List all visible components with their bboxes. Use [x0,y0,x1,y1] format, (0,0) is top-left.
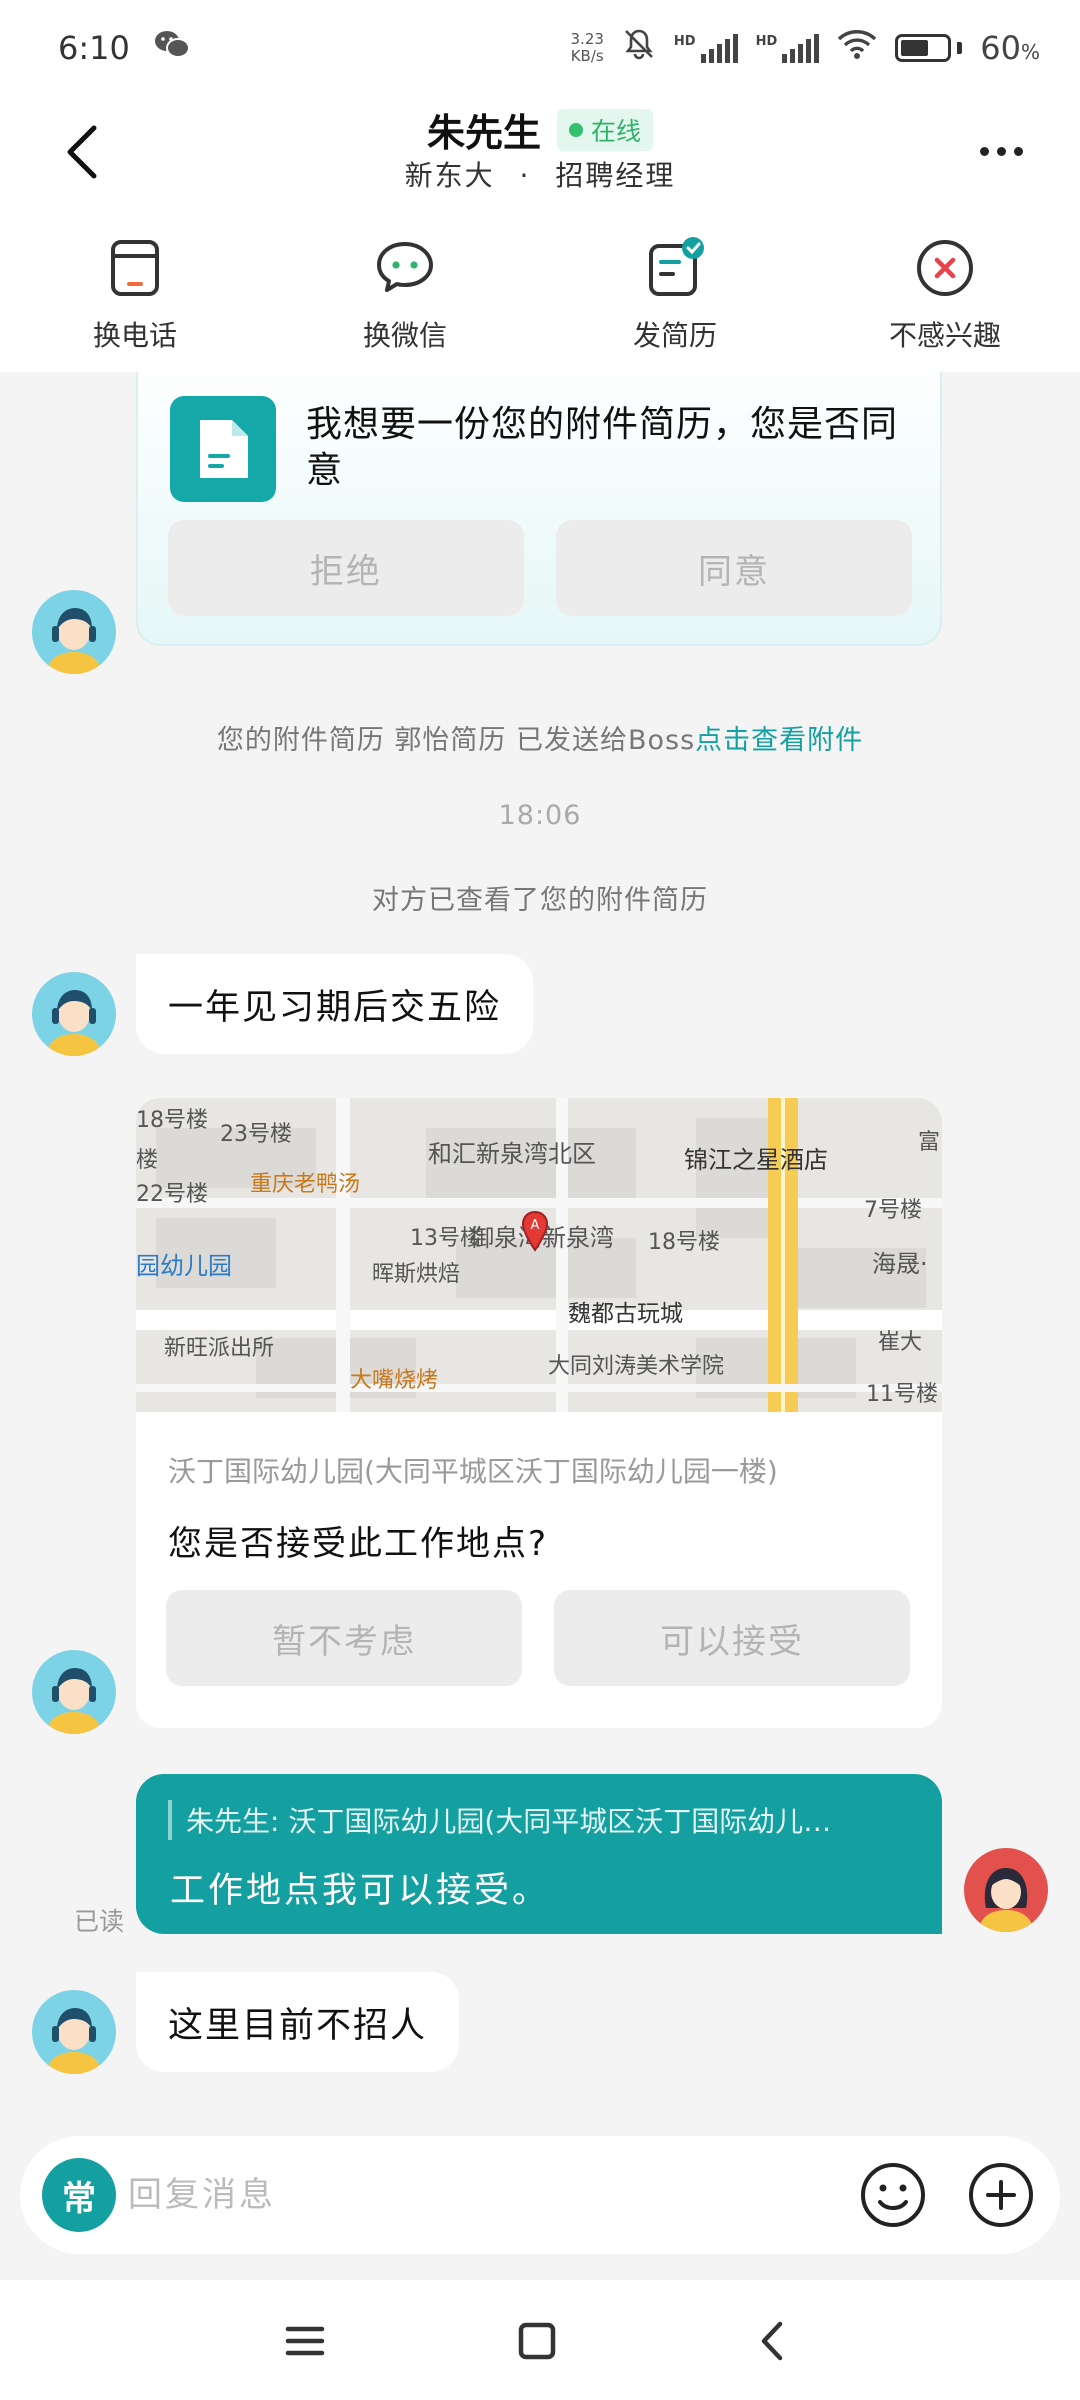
map-label: 大同刘涛美术学院 [548,1354,725,1379]
map-label: 楼 [136,1148,159,1173]
message-timestamp: 18:06 [498,800,582,831]
location-pin-icon: A [521,1210,549,1252]
resume-request-card: 我想要一份您的附件简历，您是否同意 拒绝 同意 [136,372,942,646]
map-label: 23号楼 [220,1122,292,1147]
phone-swap-icon [103,236,167,300]
recruiter-avatar-icon [32,972,116,1056]
battery-icon [895,34,963,62]
plus-icon [969,2163,1033,2227]
reject-button[interactable]: 拒绝 [168,520,524,616]
map-label: 18号楼 [648,1230,720,1255]
quoted-message: 朱先生: 沃丁国际幼儿园(大同平城区沃丁国际幼儿… [168,1800,912,1840]
signal-1-icon: HD [674,33,738,63]
send-resume-button[interactable]: 发简历 [540,214,810,372]
wechat-notification-icon [154,29,190,67]
location-map[interactable]: 18号楼 23号楼 楼 和汇新泉湾北区 锦江之星酒店 富 22号楼 重庆老鸭汤 … [136,1098,942,1412]
recruiter-avatar-icon [32,590,116,674]
swap-wechat-button[interactable]: 换微信 [270,214,540,372]
swap-phone-button[interactable]: 换电话 [0,214,270,372]
location-question: 您是否接受此工作地点? [168,1524,549,1564]
home-nav-button[interactable] [512,2316,562,2366]
map-label: 园幼儿园 [136,1252,232,1280]
contact-name[interactable]: 朱先生 [427,102,541,157]
map-label: 海晟· [872,1250,928,1278]
map-label: 魏都古玩城 [568,1301,683,1327]
quick-phrases-button[interactable]: 常 [42,2158,116,2232]
smiley-icon [861,2163,925,2227]
read-receipt: 已读 [74,1907,125,1936]
map-label: 22号楼 [136,1182,208,1207]
input-container: 常 [20,2136,1060,2254]
menu-icon [285,2326,325,2356]
mute-bell-icon [622,27,656,69]
document-icon [170,396,276,502]
recruiter-avatar-icon [32,1990,116,2074]
resume-sent-notice: 您的附件简历 郭怡简历 已发送给Boss点击查看附件 [216,725,864,756]
map-label: 11号楼 [866,1382,938,1407]
not-interested-button[interactable]: 不感兴趣 [810,214,1080,372]
location-address: 沃丁国际幼儿园(大同平城区沃丁国际幼儿园一楼) [168,1455,778,1488]
received-message[interactable]: 这里目前不招人 [136,1972,460,2072]
map-label: 重庆老鸭汤 [250,1172,361,1197]
recruiter-avatar[interactable] [32,972,116,1056]
map-label: 新旺派出所 [164,1336,275,1361]
accept-location-button[interactable]: 可以接受 [554,1590,910,1686]
signal-2-icon: HD [756,33,820,63]
map-label: 18号楼 [136,1108,208,1133]
system-navigation-bar [0,2280,1080,2400]
online-dot-icon [569,122,583,137]
send-resume-icon [643,236,707,300]
location-card: 18号楼 23号楼 楼 和汇新泉湾北区 锦江之星酒店 富 22号楼 重庆老鸭汤 … [136,1098,942,1728]
received-message[interactable]: 一年见习期后交五险 [136,954,534,1054]
resume-viewed-notice: 对方已查看了您的附件简历 [372,885,708,916]
map-label: 富 [918,1130,941,1155]
message-input-bar: 常 [0,2110,1080,2280]
map-label: 晖斯烘焙 [372,1262,461,1287]
back-triangle-icon [761,2321,783,2361]
quick-actions-bar: 换电话 换微信 发简历 不感兴趣 [0,214,1080,372]
view-attachment-link[interactable]: 点击查看附件 [695,725,863,756]
chat-header: 朱先生 在线 新东大 · 招聘经理 [0,96,1080,214]
my-avatar-icon [964,1848,1048,1932]
svg-text:A: A [531,1218,540,1233]
message-input[interactable] [128,2160,828,2230]
map-label: 锦江之星酒店 [684,1146,828,1174]
online-status-badge: 在线 [557,108,654,151]
more-input-button[interactable] [964,2158,1038,2232]
emoji-button[interactable] [856,2158,930,2232]
map-label: 和汇新泉湾北区 [428,1140,596,1168]
my-avatar[interactable] [964,1848,1048,1932]
resume-request-text: 我想要一份您的附件简历，您是否同意 [306,404,899,491]
contact-company-role: 新东大 · 招聘经理 [404,159,676,192]
agree-button[interactable]: 同意 [556,520,912,616]
chat-messages[interactable]: 我想要一份您的附件简历，您是否同意 拒绝 同意 您的附件简历 郭怡简历 已发送给… [0,372,1080,2110]
status-time: 6:10 [58,29,130,67]
menu-nav-button[interactable] [280,2316,330,2366]
recruiter-avatar[interactable] [32,1650,116,1734]
recruiter-avatar[interactable] [32,1990,116,2074]
map-label: 7号楼 [864,1198,922,1223]
home-square-icon [518,2322,556,2360]
network-speed: 3.23 KB/s [570,30,604,65]
more-options-button[interactable] [966,126,1036,176]
recruiter-avatar-icon [32,1650,116,1734]
status-bar: 6:10 3.23 KB/s HD HD 60% [0,0,1080,96]
map-label: 大嘴烧烤 [350,1368,439,1393]
not-interested-icon [913,236,977,300]
wechat-swap-icon [373,236,437,300]
sent-message-text: 工作地点我可以接受。 [170,1871,551,1911]
sent-message[interactable]: 朱先生: 沃丁国际幼儿园(大同平城区沃丁国际幼儿… 工作地点我可以接受。 [136,1774,942,1934]
map-label: 崔大 [878,1330,923,1355]
battery-percent: 60% [980,29,1040,67]
decline-location-button[interactable]: 暂不考虑 [166,1590,522,1686]
recruiter-avatar[interactable] [32,590,116,674]
wifi-icon [837,28,877,68]
back-nav-button[interactable] [748,2316,798,2366]
